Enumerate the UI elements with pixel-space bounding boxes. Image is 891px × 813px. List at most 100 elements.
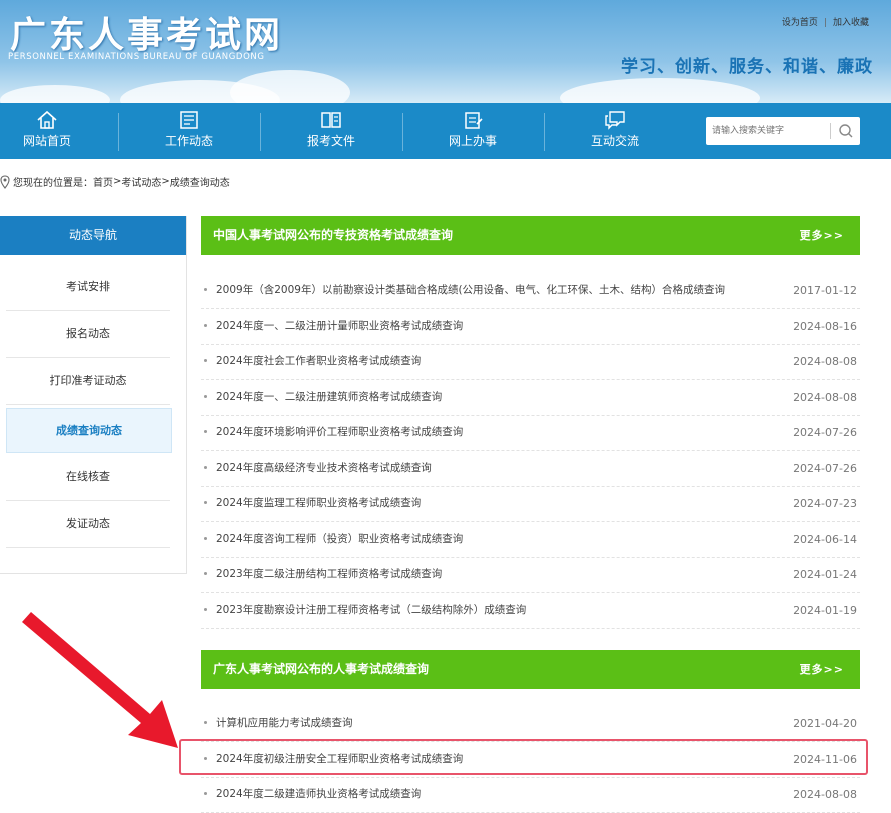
list-item[interactable]: 2024年度环境影响评价工程师职业资格考试成绩查询 2024-07-26 [201, 415, 860, 451]
list-item-title[interactable]: 计算机应用能力考试成绩查询 [216, 706, 353, 741]
sidebar-item-online-check[interactable]: 在线核查 [6, 454, 170, 501]
highlight-box [179, 739, 868, 775]
list-item[interactable]: 2024年度一、二级注册建筑师资格考试成绩查询 2024-08-08 [201, 380, 860, 416]
list-item-title[interactable]: 2024年度环境影响评价工程师职业资格考试成绩查询 [216, 415, 463, 450]
list-item-date: 2024-08-08 [793, 788, 857, 801]
list-item[interactable]: 2024年度高级经济专业技术资格考试成绩查询 2024-07-26 [201, 451, 860, 487]
breadcrumb-prefix: 您现在的位置是： [13, 178, 93, 189]
list-item-title[interactable]: 2024年度咨询工程师（投资）职业资格考试成绩查询 [216, 522, 463, 557]
form-icon [465, 112, 483, 129]
list-item[interactable]: 2023年度勘察设计注册工程师资格考试（二级结构除外）成绩查询 2024-01-1… [201, 593, 860, 629]
home-icon [37, 110, 57, 129]
list-item-date: 2024-08-08 [793, 390, 857, 404]
more-link[interactable]: 更多>> [800, 216, 844, 255]
list-item-date: 2017-01-12 [793, 284, 857, 297]
list-item-date: 2024-07-26 [793, 426, 857, 439]
list-item-title[interactable]: 2023年度勘察设计注册工程师资格考试（二级结构除外）成绩查询 [216, 593, 526, 628]
bullet-icon [204, 323, 207, 327]
header-banner: 广东人事考试网 PERSONNEL EXAMINATIONS BUREAU OF… [0, 0, 891, 103]
nav-item-exam-docs[interactable]: 报考文件 [260, 103, 402, 159]
set-homepage-link[interactable]: 设为首页 [782, 18, 818, 28]
search-input[interactable] [712, 122, 828, 140]
list-item-date: 2024-01-19 [793, 603, 857, 617]
list-item-date: 2024-08-08 [793, 355, 857, 368]
newspaper-icon [180, 111, 198, 129]
breadcrumb: 您现在的位置是：首页>考试动态>成绩查询动态 [0, 174, 230, 190]
list-item[interactable]: 2009年（含2009年）以前勘察设计类基础合格成绩(公用设备、电气、化工环保、… [201, 273, 860, 309]
nav-item-interaction[interactable]: 互动交流 [544, 103, 686, 159]
list-item-date: 2024-08-16 [793, 319, 857, 333]
bullet-icon [204, 607, 207, 611]
cloud-decoration [230, 70, 350, 103]
sidebar-item-exam-schedule[interactable]: 考试安排 [6, 264, 170, 311]
list-item-title[interactable]: 2024年度一、二级注册计量师职业资格考试成绩查询 [216, 309, 463, 344]
sidebar-item-certificate[interactable]: 发证动态 [6, 501, 170, 548]
chat-icon [605, 111, 625, 130]
list-item-date: 2024-07-23 [793, 497, 857, 510]
cloud-decoration [560, 78, 760, 103]
nav-item-label: 报考文件 [306, 134, 355, 148]
sidebar: 动态导航 考试安排 报名动态 打印准考证动态 成绩查询动态 在线核查 发证动态 [0, 216, 187, 574]
search-divider [830, 123, 831, 139]
add-favorite-link[interactable]: 加入收藏 [833, 18, 869, 28]
list-item[interactable]: 2023年度二级注册结构工程师资格考试成绩查询 2024-01-24 [201, 557, 860, 593]
list-item-title[interactable]: 2024年度高级经济专业技术资格考试成绩查询 [216, 451, 432, 486]
search-icon[interactable] [836, 121, 856, 141]
nav-item-label: 互动交流 [590, 134, 639, 148]
list-item-title[interactable]: 2009年（含2009年）以前勘察设计类基础合格成绩(公用设备、电气、化工环保、… [216, 273, 725, 308]
breadcrumb-separator: > [161, 176, 170, 187]
bullet-icon [204, 465, 207, 469]
sidebar-title: 动态导航 [0, 216, 186, 255]
list-item-title[interactable]: 2024年度社会工作者职业资格考试成绩查询 [216, 344, 421, 379]
site-logo-title: 广东人事考试网 [10, 15, 284, 56]
more-link[interactable]: 更多>> [800, 650, 844, 689]
list-item-date: 2021-04-20 [793, 717, 857, 730]
list-item[interactable]: 计算机应用能力考试成绩查询 2021-04-20 [201, 706, 860, 742]
nav-item-label: 网站首页 [22, 134, 71, 148]
list-item[interactable]: 2024年度二级建造师执业资格考试成绩查询 2024-08-08 [201, 777, 860, 813]
list-item[interactable]: 2024年度监理工程师职业资格考试成绩查询 2024-07-23 [201, 486, 860, 522]
bullet-icon [204, 501, 207, 504]
bullet-icon [204, 721, 207, 724]
cloud-decoration [0, 85, 110, 103]
section-title: 中国人事考试网公布的专技资格考试成绩查询 [213, 228, 454, 242]
nav-item-label: 网上办事 [448, 134, 497, 148]
bullet-icon [204, 536, 207, 540]
breadcrumb-score-news[interactable]: 成绩查询动态 [170, 178, 230, 189]
bullet-icon [204, 394, 207, 398]
top-links: 设为首页 | 加入收藏 [782, 15, 869, 28]
nav-item-label: 工作动态 [164, 134, 213, 148]
nav-item-work-news[interactable]: 工作动态 [118, 103, 260, 159]
section-title: 广东人事考试网公布的人事考试成绩查询 [213, 662, 430, 676]
bullet-icon [204, 792, 207, 795]
section-header-national: 中国人事考试网公布的专技资格考试成绩查询 更多>> [201, 216, 860, 255]
sidebar-item-print-admission[interactable]: 打印准考证动态 [6, 358, 170, 405]
slogan: 学习、创新、服务、和谐、廉政 [621, 57, 873, 77]
bullet-icon [204, 572, 207, 575]
location-pin-icon [0, 174, 10, 189]
breadcrumb-home[interactable]: 首页 [93, 178, 113, 189]
nav-item-home[interactable]: 网站首页 [0, 103, 118, 159]
sidebar-item-registration[interactable]: 报名动态 [6, 311, 170, 358]
section-header-guangdong: 广东人事考试网公布的人事考试成绩查询 更多>> [201, 650, 860, 689]
list-item-date: 2024-01-24 [793, 568, 857, 581]
list-item[interactable]: 2024年度社会工作者职业资格考试成绩查询 2024-08-08 [201, 344, 860, 380]
search-box [706, 117, 860, 145]
nav-item-online-service[interactable]: 网上办事 [402, 103, 544, 159]
site-logo-subtitle: PERSONNEL EXAMINATIONS BUREAU OF GUANGDO… [8, 52, 265, 62]
book-icon [321, 112, 341, 128]
list-item[interactable]: 2024年度一、二级注册计量师职业资格考试成绩查询 2024-08-16 [201, 309, 860, 345]
breadcrumb-exam-news[interactable]: 考试动态 [121, 178, 161, 189]
list-item-title[interactable]: 2024年度一、二级注册建筑师资格考试成绩查询 [216, 380, 442, 415]
list-item-date: 2024-07-26 [793, 461, 857, 475]
bullet-icon [204, 359, 207, 362]
list-item-title[interactable]: 2024年度二级建造师执业资格考试成绩查询 [216, 777, 421, 812]
list-item[interactable]: 2024年度咨询工程师（投资）职业资格考试成绩查询 2024-06-14 [201, 522, 860, 558]
sidebar-item-score-query[interactable]: 成绩查询动态 [6, 408, 172, 453]
list-item-date: 2024-06-14 [793, 532, 857, 546]
bullet-icon [204, 430, 207, 433]
top-link-separator: | [823, 18, 827, 28]
bullet-icon [204, 288, 207, 291]
list-item-title[interactable]: 2024年度监理工程师职业资格考试成绩查询 [216, 486, 421, 521]
list-item-title[interactable]: 2023年度二级注册结构工程师资格考试成绩查询 [216, 557, 442, 592]
